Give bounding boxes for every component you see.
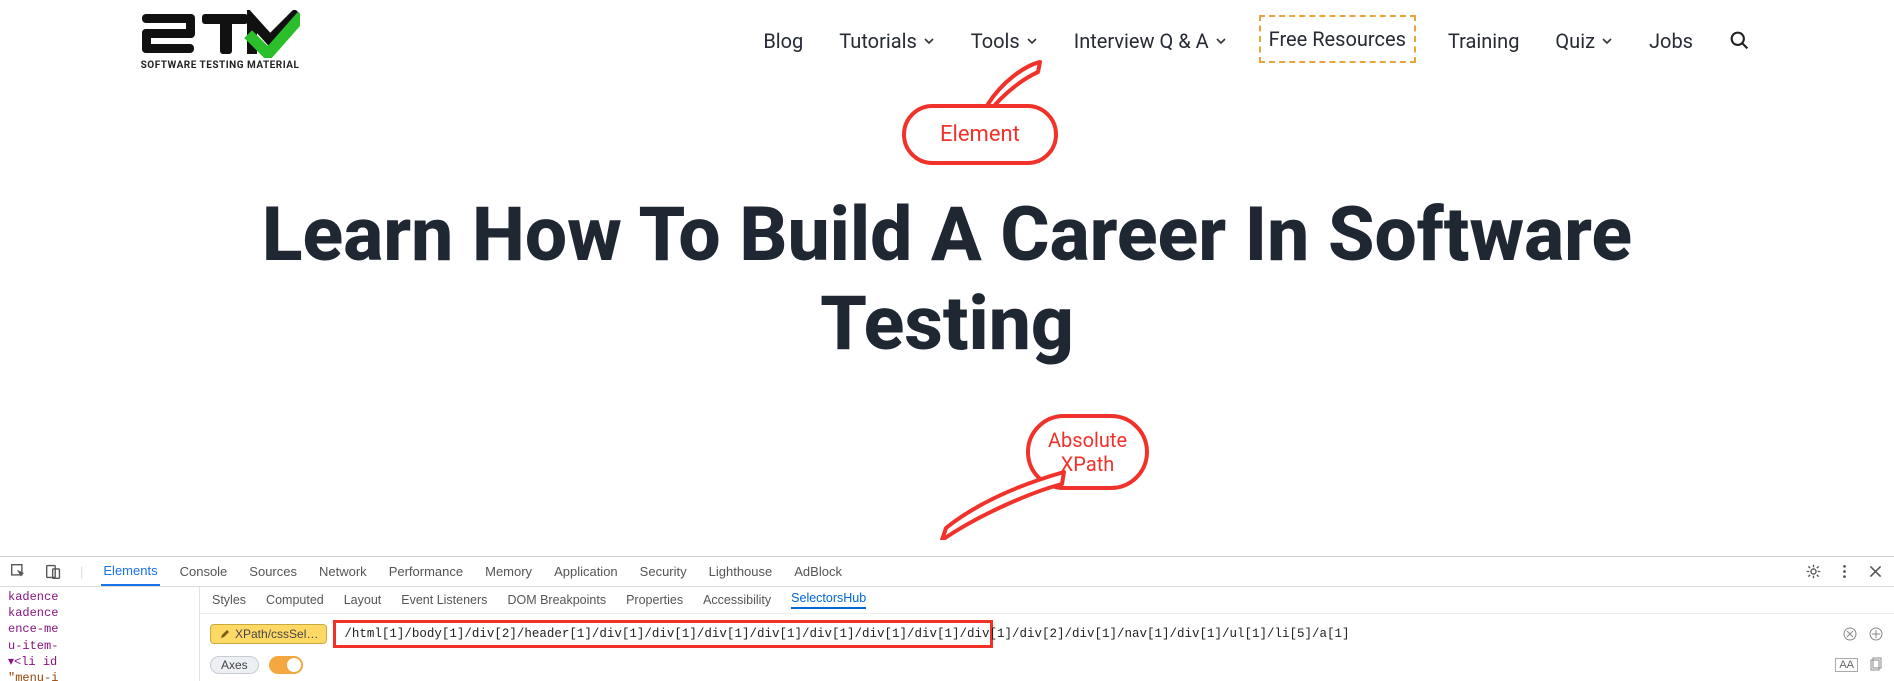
side-tab-properties[interactable]: Properties — [626, 593, 683, 607]
annotation-xpath-line1: Absolute — [1048, 428, 1127, 452]
nav-label: Training — [1448, 29, 1520, 53]
nav-label: Blog — [763, 29, 803, 53]
devtools-tab-sources[interactable]: Sources — [247, 558, 299, 585]
devtools-panel: | Elements Console Sources Network Perfo… — [0, 556, 1894, 680]
hero-title: Learn How To Build A Career In Software … — [200, 191, 1694, 368]
nav-item-training[interactable]: Training — [1444, 23, 1524, 59]
nav-item-tools[interactable]: Tools — [967, 23, 1042, 59]
devtools-toolbar: | Elements Console Sources Network Perfo… — [0, 557, 1894, 587]
logo-subtitle: SOFTWARE TESTING MATERIAL — [141, 60, 300, 71]
dom-line: "menu-i — [8, 670, 191, 681]
device-toggle-icon[interactable] — [45, 563, 62, 580]
devtools-tab-performance[interactable]: Performance — [387, 558, 465, 585]
site-header: SOFTWARE TESTING MATERIAL Blog Tutorials… — [0, 0, 1894, 71]
dom-line: ▾<li id — [8, 654, 191, 670]
copy-icon[interactable] — [1868, 657, 1884, 673]
close-icon[interactable] — [1867, 563, 1884, 580]
devtools-tab-network[interactable]: Network — [317, 558, 369, 585]
selector-type-badge[interactable]: XPath/cssSel… — [210, 624, 327, 644]
axes-badge[interactable]: Axes — [210, 656, 259, 674]
logo-mark-icon — [140, 10, 300, 58]
aa-indicator: AA — [1835, 658, 1858, 672]
dom-line: kadence — [8, 605, 191, 621]
clear-icon[interactable] — [1842, 626, 1858, 642]
side-tab-selectorshub[interactable]: SelectorsHub — [791, 591, 866, 609]
nav-label: Free Resources — [1269, 27, 1406, 51]
nav-label: Tutorials — [839, 29, 917, 53]
nav-label: Interview Q & A — [1074, 29, 1209, 53]
nav-item-interview[interactable]: Interview Q & A — [1070, 23, 1231, 59]
nav-label: Quiz — [1555, 29, 1595, 53]
devtools-tab-application[interactable]: Application — [552, 558, 620, 585]
annotation-element-label: Element — [902, 104, 1058, 165]
side-tab-event-listeners[interactable]: Event Listeners — [401, 593, 487, 607]
dom-line: ence-me — [8, 621, 191, 637]
site-logo[interactable]: SOFTWARE TESTING MATERIAL — [140, 10, 300, 71]
chevron-down-icon — [1601, 35, 1613, 47]
nav-item-quiz[interactable]: Quiz — [1551, 23, 1617, 59]
nav-label: Jobs — [1649, 29, 1693, 53]
selector-type-label: XPath/cssSel… — [235, 627, 318, 641]
side-tab-layout[interactable]: Layout — [344, 593, 382, 607]
chevron-down-icon — [923, 35, 935, 47]
dom-line: u-item- — [8, 638, 191, 654]
selectorshub-axes-row: Axes AA — [200, 654, 1894, 676]
nav-item-jobs[interactable]: Jobs — [1645, 23, 1697, 59]
side-tab-styles[interactable]: Styles — [212, 593, 246, 607]
xpath-input[interactable]: /html[1]/body[1]/div[2]/header[1]/div[1]… — [333, 620, 993, 648]
kebab-icon[interactable] — [1836, 563, 1853, 580]
side-tab-dom-breakpoints[interactable]: DOM Breakpoints — [507, 593, 606, 607]
side-tab-accessibility[interactable]: Accessibility — [703, 593, 771, 607]
devtools-tab-elements[interactable]: Elements — [101, 557, 159, 586]
nav-label: Tools — [971, 29, 1020, 53]
devtools-tab-memory[interactable]: Memory — [483, 558, 534, 585]
callout-tail-icon — [936, 470, 1066, 540]
selectorshub-row: XPath/cssSel… /html[1]/body[1]/div[2]/he… — [200, 614, 1894, 654]
devtools-dom-tree[interactable]: kadence kadence ence-me u-item- ▾<li id … — [0, 587, 200, 681]
devtools-tab-adblock[interactable]: AdBlock — [792, 558, 844, 585]
dom-line: kadence — [8, 589, 191, 605]
nav-item-tutorials[interactable]: Tutorials — [835, 23, 939, 59]
chevron-down-icon — [1026, 35, 1038, 47]
nav-item-free-resources[interactable]: Free Resources — [1259, 15, 1416, 63]
add-icon[interactable] — [1868, 626, 1884, 642]
annotation-xpath: Absolute XPath — [1026, 414, 1149, 490]
nav-item-blog[interactable]: Blog — [759, 23, 807, 59]
devtools-tab-console[interactable]: Console — [178, 558, 230, 585]
search-icon — [1729, 30, 1750, 51]
axes-toggle[interactable] — [269, 656, 303, 674]
devtools-tab-lighthouse[interactable]: Lighthouse — [707, 558, 775, 585]
devtools-tab-security[interactable]: Security — [638, 558, 689, 585]
annotation-xpath-line2: XPath — [1061, 452, 1115, 476]
annotation-element: Element — [902, 104, 1058, 165]
gear-icon[interactable] — [1805, 563, 1822, 580]
nav-search[interactable] — [1725, 24, 1754, 57]
chevron-down-icon — [1215, 35, 1227, 47]
inspect-icon[interactable] — [10, 563, 27, 580]
pencil-icon — [219, 628, 231, 640]
side-tab-computed[interactable]: Computed — [266, 593, 324, 607]
devtools-side-tabs: Styles Computed Layout Event Listeners D… — [200, 587, 1894, 614]
primary-nav: Blog Tutorials Tools Interview Q & A Fre… — [759, 19, 1754, 63]
